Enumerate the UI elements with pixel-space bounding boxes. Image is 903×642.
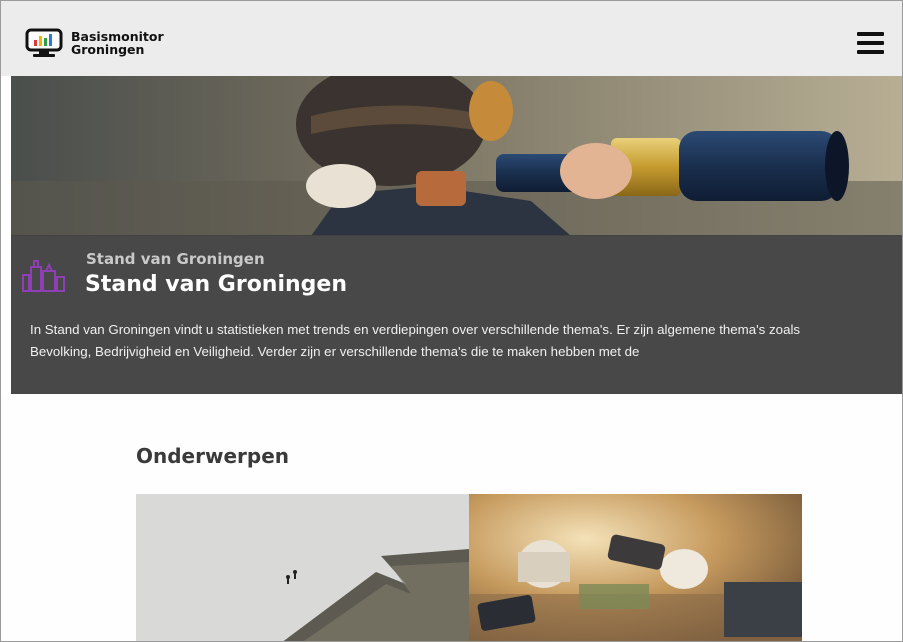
desk-coffee-phone-photo bbox=[469, 494, 802, 641]
page-title: Stand van Groningen bbox=[85, 272, 348, 297]
site-logo[interactable]: Basismonitor Groningen bbox=[25, 28, 164, 58]
hero-banner: Stand van Groningen Stand van Groningen … bbox=[11, 76, 902, 394]
hero-info-panel: Stand van Groningen Stand van Groningen … bbox=[11, 235, 902, 394]
browser-viewport: Basismonitor Groningen Stand van Groning… bbox=[0, 0, 903, 642]
topic-tile-crowd[interactable] bbox=[136, 494, 469, 641]
hero-description: In Stand van Groningen vindt u statistie… bbox=[30, 322, 801, 359]
brand-name: Basismonitor Groningen bbox=[71, 30, 164, 56]
site-header: Basismonitor Groningen bbox=[1, 1, 902, 76]
theme-icon bbox=[21, 255, 67, 298]
monitor-bar-chart-icon bbox=[25, 28, 63, 58]
child-with-telescope-photo bbox=[11, 76, 902, 236]
main-content: Onderwerpen bbox=[1, 394, 902, 641]
hero-subtitle: Stand van Groningen bbox=[86, 250, 265, 268]
section-title: Onderwerpen bbox=[136, 444, 290, 468]
topic-tile-desk[interactable] bbox=[469, 494, 802, 641]
hamburger-menu-icon[interactable] bbox=[857, 32, 884, 56]
brand-line-2: Groningen bbox=[71, 42, 145, 57]
crowd-arrow-photo bbox=[136, 494, 469, 641]
